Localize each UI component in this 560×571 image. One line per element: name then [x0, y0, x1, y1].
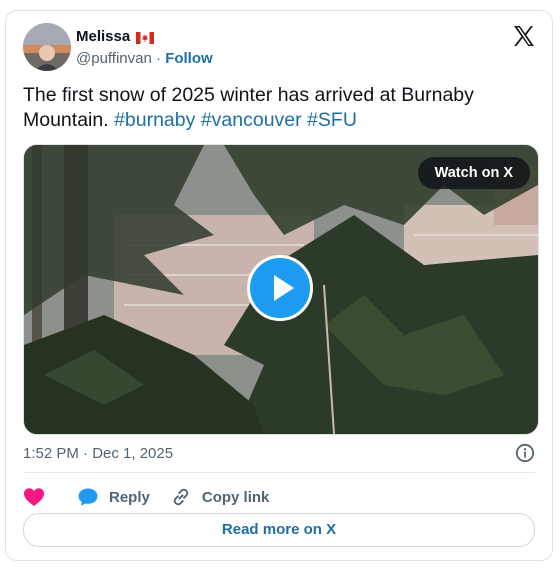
- watch-on-x-button[interactable]: Watch on X: [417, 157, 530, 189]
- author-handle-row: @puffinvan · Follow: [76, 50, 213, 67]
- follow-button[interactable]: Follow: [165, 50, 213, 67]
- author-name-row: Melissa: [76, 28, 155, 45]
- action-bar: Reply Copy link: [23, 483, 269, 511]
- play-icon[interactable]: [247, 255, 313, 321]
- separator-dot: ·: [156, 50, 162, 67]
- read-more-button[interactable]: Read more on X: [23, 513, 535, 547]
- reply-label: Reply: [109, 488, 150, 506]
- tweet-card: Melissa @puffinvan · Follow The first sn…: [5, 10, 553, 561]
- copy-link-label: Copy link: [201, 488, 270, 506]
- hashtag-burnaby[interactable]: #burnaby: [114, 109, 195, 131]
- reply-bubble-icon: [78, 488, 98, 506]
- hashtag-vancouver[interactable]: #vancouver: [201, 109, 302, 131]
- copy-link-button[interactable]: Copy link: [170, 486, 270, 508]
- tweet-text: The first snow of 2025 winter has arrive…: [23, 83, 533, 133]
- hashtag-sfu[interactable]: #SFU: [307, 109, 357, 131]
- canada-flag-icon: [136, 31, 155, 44]
- link-icon: [173, 488, 189, 506]
- info-icon[interactable]: [515, 443, 535, 463]
- author-handle[interactable]: @puffinvan: [76, 50, 152, 67]
- avatar[interactable]: [23, 23, 71, 71]
- video-thumbnail[interactable]: Watch on X: [23, 144, 539, 435]
- heart-icon: [24, 488, 44, 506]
- x-logo-icon[interactable]: [512, 24, 536, 48]
- tweet-timestamp[interactable]: 1:52 PM · Dec 1, 2025: [23, 445, 173, 462]
- author-name[interactable]: Melissa: [76, 28, 130, 45]
- reply-button[interactable]: Reply: [77, 487, 150, 507]
- divider: [23, 472, 535, 473]
- like-button[interactable]: [23, 487, 45, 507]
